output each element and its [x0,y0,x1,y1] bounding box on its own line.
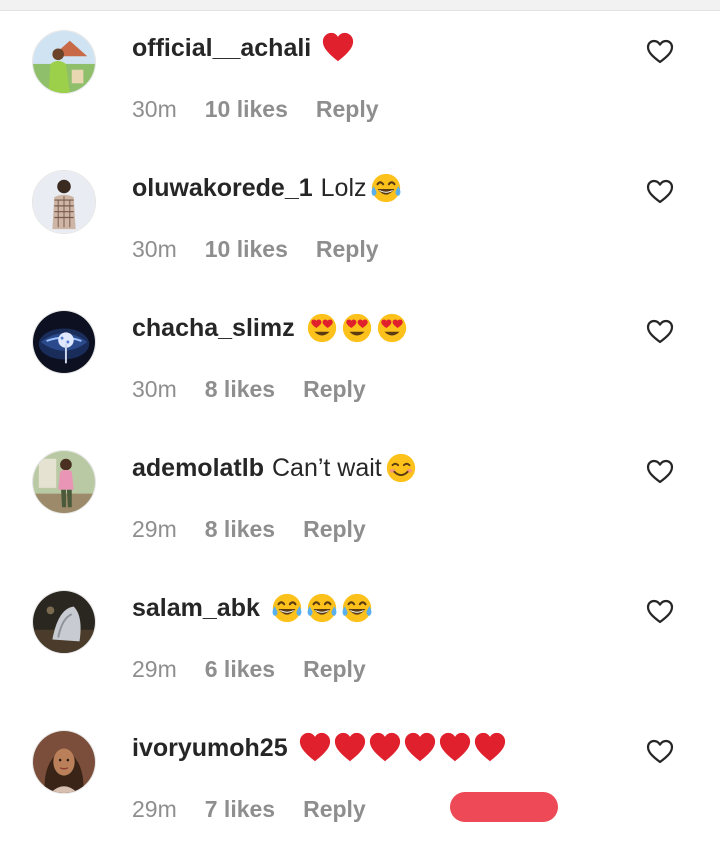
tears-of-joy-emoji-icon [369,171,403,205]
reply-button[interactable]: Reply [303,376,366,403]
timestamp: 30m [132,235,177,262]
emoji-group [305,311,410,345]
timestamp: 29m [132,655,177,682]
emoji-group [369,171,404,205]
heart-emoji-icon [368,731,402,765]
like-heart-icon[interactable] [644,315,676,347]
comment-item: ademolatlb Can’t wait 29m 8 likes Reply [0,431,720,571]
avatar[interactable] [32,450,96,514]
comment-meta: 30m 10 likes Reply [132,233,379,265]
likes-count-link[interactable]: 7 likes [205,796,275,823]
comment-text: official__achali [132,28,356,68]
comment-meta: 30m 8 likes Reply [132,373,366,405]
reply-button[interactable]: Reply [303,796,366,823]
top-divider [0,0,720,11]
likes-count-link[interactable]: 10 likes [205,236,288,263]
username-link[interactable]: ivoryumoh25 [132,734,288,763]
comment-body: Can’t wait [271,453,382,482]
heart-eyes-emoji-icon [305,311,339,345]
heart-eyes-emoji-icon [340,311,374,345]
comment-text: salam_abk [132,588,375,628]
heart-emoji-icon [473,731,507,765]
comment-meta: 30m 10 likes Reply [132,93,379,125]
comment-item: official__achali 30m 10 likes Reply [0,11,720,151]
heart-emoji-icon [333,731,367,765]
heart-emoji-icon [298,731,332,765]
comment-item: ivoryumoh25 29m 7 likes Reply [0,711,720,851]
avatar[interactable] [32,590,96,654]
emoji-group [384,451,419,485]
timestamp: 30m [132,375,177,402]
comment-meta: 29m 8 likes Reply [132,513,366,545]
comment-meta: 29m 6 likes Reply [132,653,366,685]
likes-count-link[interactable]: 8 likes [205,516,275,543]
like-heart-icon[interactable] [644,455,676,487]
username-link[interactable]: salam_abk [132,594,260,623]
heart-emoji-icon [438,731,472,765]
reply-button[interactable]: Reply [316,96,379,123]
likes-count-link[interactable]: 8 likes [205,376,275,403]
tears-of-joy-emoji-icon [270,591,304,625]
like-heart-icon[interactable] [644,175,676,207]
reply-button[interactable]: Reply [303,656,366,683]
timestamp: 29m [132,515,177,542]
likes-count-link[interactable]: 10 likes [205,96,288,123]
comment-text: ademolatlb Can’t wait [132,448,419,488]
reply-button[interactable]: Reply [303,516,366,543]
timestamp: 30m [132,95,177,122]
comment-meta: 29m 7 likes Reply [132,793,366,825]
emoji-group [321,31,356,65]
like-heart-icon[interactable] [644,35,676,67]
comment-text: oluwakorede_1 Lolz [132,168,404,208]
comment-body: Lolz [320,173,367,202]
timestamp: 29m [132,795,177,822]
avatar[interactable] [32,30,96,94]
username-link[interactable]: chacha_slimz [132,314,295,343]
comment-item: chacha_slimz 30m 8 likes Reply [0,291,720,431]
emoji-group [270,591,375,625]
comment-text: ivoryumoh25 [132,728,508,768]
tears-of-joy-emoji-icon [340,591,374,625]
username-link[interactable]: official__achali [132,34,311,63]
like-heart-icon[interactable] [644,735,676,767]
smiling-face-emoji-icon [384,451,418,485]
avatar[interactable] [32,730,96,794]
heart-emoji-icon [321,31,355,65]
heart-emoji-icon [403,731,437,765]
reply-button[interactable]: Reply [316,236,379,263]
username-link[interactable]: oluwakorede_1 [132,174,313,203]
comment-text: chacha_slimz [132,308,410,348]
tears-of-joy-emoji-icon [305,591,339,625]
username-link[interactable]: ademolatlb [132,454,264,483]
comment-item: salam_abk 29m 6 likes Reply [0,571,720,711]
comment-item: oluwakorede_1 Lolz 30m 10 likes Reply [0,151,720,291]
like-heart-icon[interactable] [644,595,676,627]
avatar[interactable] [32,170,96,234]
avatar[interactable] [32,310,96,374]
new-comments-pill[interactable] [450,792,558,822]
heart-eyes-emoji-icon [375,311,409,345]
likes-count-link[interactable]: 6 likes [205,656,275,683]
emoji-group [298,731,508,765]
